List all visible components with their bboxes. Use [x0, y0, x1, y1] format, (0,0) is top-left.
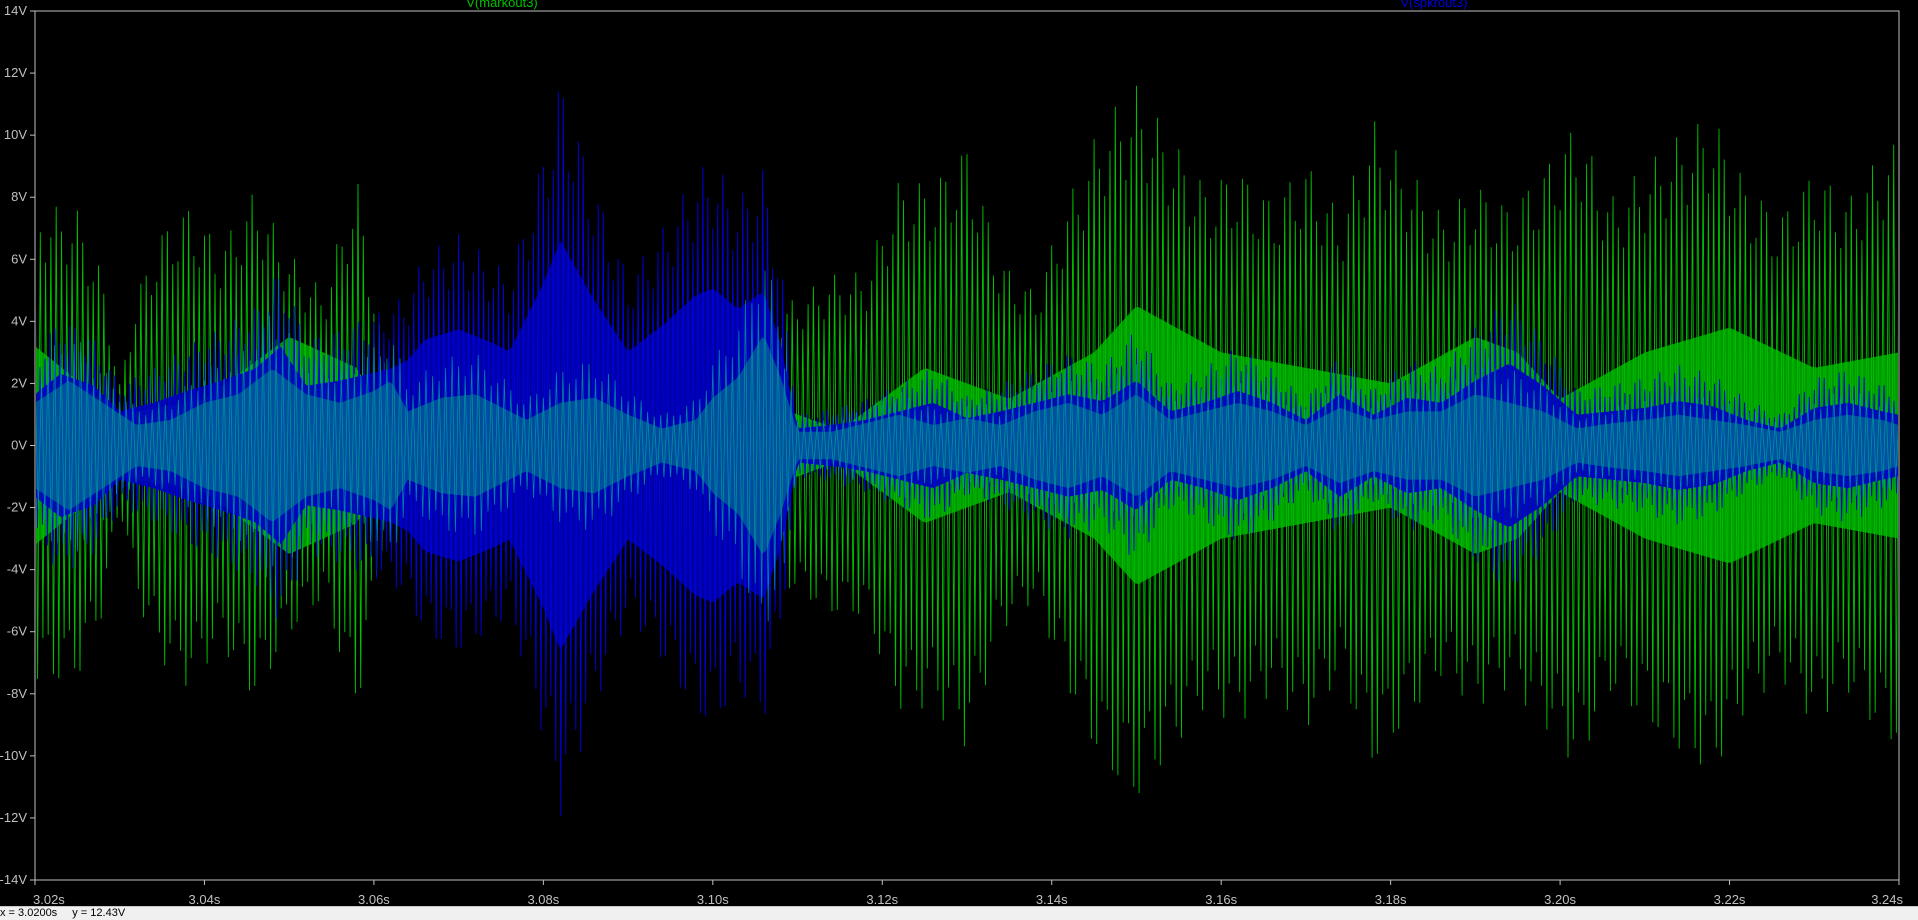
- y-tick-label: 0V: [11, 438, 27, 453]
- x-tick-label: 3.08s: [527, 892, 559, 906]
- x-tick-label: 3.24s: [1871, 892, 1903, 906]
- x-tick-label: 3.18s: [1375, 892, 1407, 906]
- trace-label-v-markout3[interactable]: V(markout3): [466, 0, 538, 10]
- y-tick-label: -10V: [0, 748, 27, 763]
- y-tick-label: 14V: [4, 3, 27, 18]
- x-tick-label: 3.20s: [1544, 892, 1576, 906]
- waveform-plot[interactable]: 14V 12V 10V 8V 6V 4V 2V 0V -2V -4V -6V -8V -10V -12V -…: [0, 0, 1918, 906]
- y-tick-label: 12V: [4, 65, 27, 80]
- trace-overlap: [36, 270, 1898, 622]
- trace-area: [36, 85, 1898, 817]
- x-tick-label: 3.14s: [1036, 892, 1068, 906]
- y-tick-label: 6V: [11, 251, 27, 266]
- y-axis[interactable]: 14V 12V 10V 8V 6V 4V 2V 0V -2V -4V -6V -8V -10V -12V -…: [0, 3, 35, 887]
- y-tick-label: -8V: [7, 686, 28, 701]
- cursor-x-readout: x = 3.0200s: [0, 907, 58, 919]
- cursor-y-readout: y = 12.43V: [72, 907, 126, 919]
- y-tick-label: 2V: [11, 375, 27, 390]
- y-tick-label: 8V: [11, 189, 27, 204]
- y-tick-label: -12V: [0, 810, 27, 825]
- x-tick-label: 3.04s: [189, 892, 221, 906]
- y-tick-label: -14V: [0, 872, 27, 887]
- x-tick-label: 3.22s: [1714, 892, 1746, 906]
- status-bar: x = 3.0200s y = 12.43V: [0, 906, 1918, 920]
- y-tick-label: -2V: [7, 500, 28, 515]
- y-tick-label: -4V: [7, 562, 28, 577]
- x-axis[interactable]: 3.02s 3.04s 3.06s 3.08s 3.10s 3.12s 3.14s 3.16s…: [33, 880, 1903, 906]
- x-tick-label: 3.16s: [1205, 892, 1237, 906]
- y-tick-label: -6V: [7, 624, 28, 639]
- waveform-window[interactable]: 14V 12V 10V 8V 6V 4V 2V 0V -2V -4V -6V -8V -10V -12V -…: [0, 0, 1918, 906]
- x-tick-label: 3.06s: [358, 892, 390, 906]
- y-tick-label: 10V: [4, 127, 27, 142]
- x-tick-label: 3.02s: [33, 892, 65, 906]
- trace-labels: V(markout3) V(spkrout3): [466, 0, 1467, 10]
- y-tick-label: 4V: [11, 313, 27, 328]
- x-tick-label: 3.10s: [697, 892, 729, 906]
- trace-label-v-spkrout3[interactable]: V(spkrout3): [1400, 0, 1467, 10]
- x-tick-label: 3.12s: [866, 892, 898, 906]
